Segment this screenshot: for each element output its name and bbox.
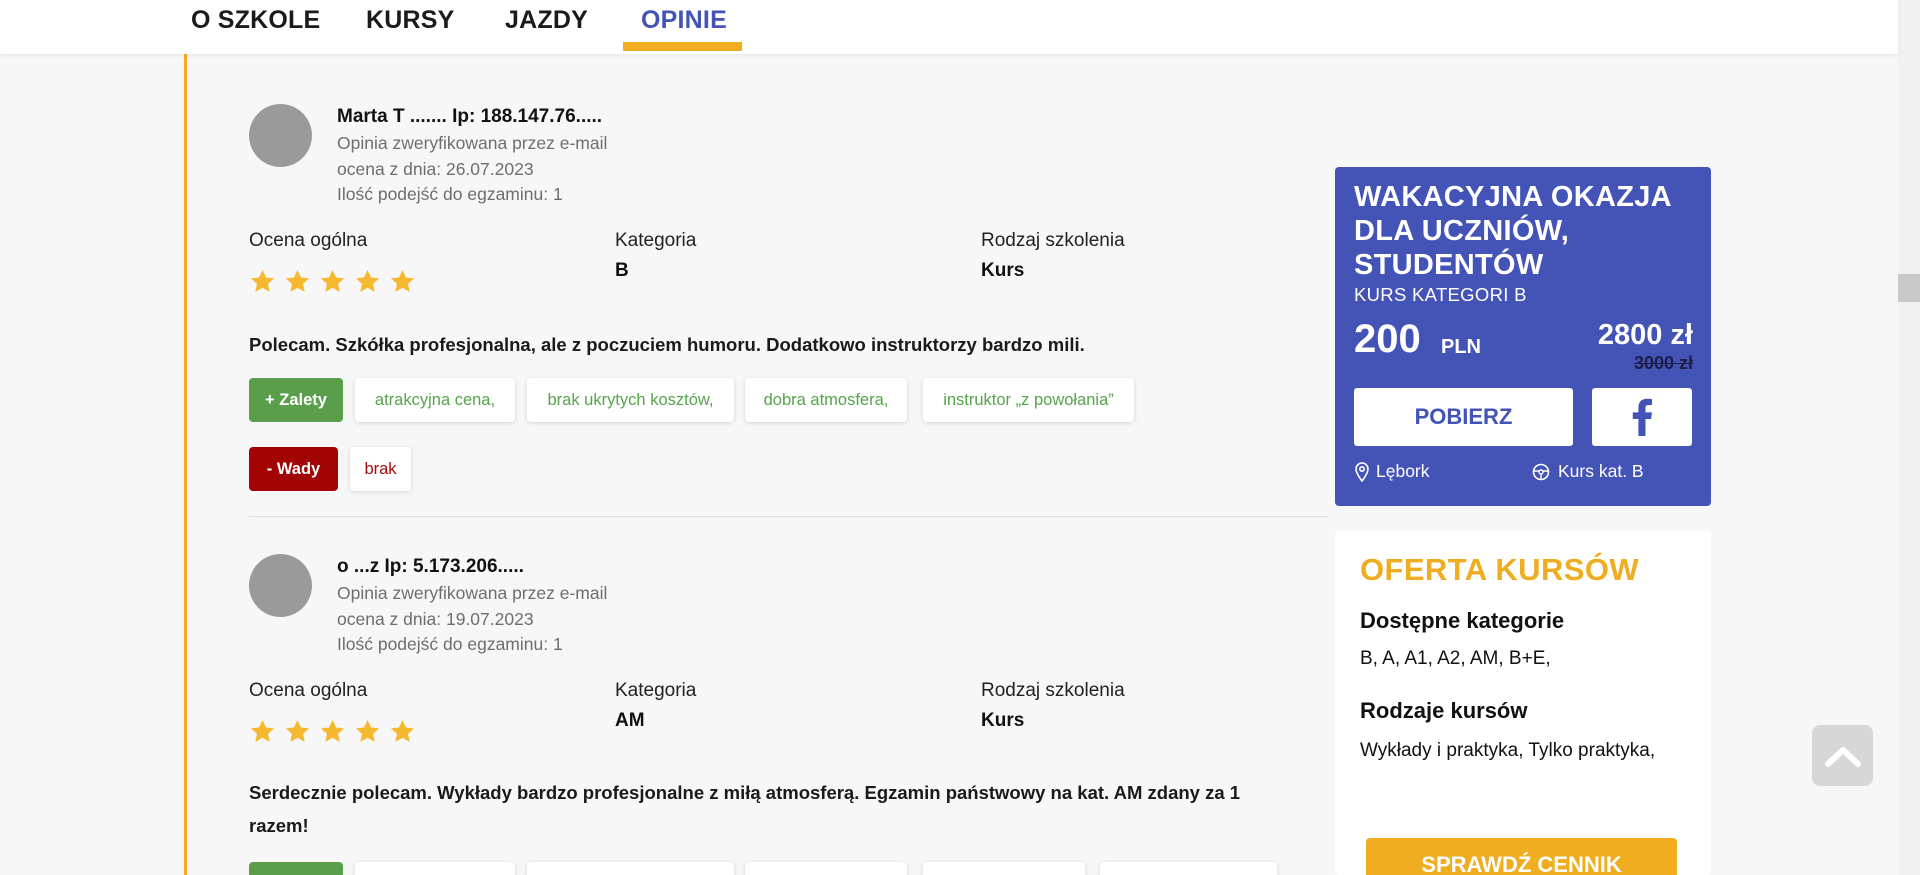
con-tag: brak: [350, 447, 411, 491]
course-types-list: Wykłady i praktyka, Tylko praktyka,: [1360, 740, 1656, 761]
category-value: AM: [615, 710, 645, 731]
training-type-label: Rodzaj szkolenia: [981, 680, 1125, 701]
categories-list: B, A, A1, A2, AM, B+E,: [1360, 648, 1551, 669]
promo-new-price: 2800 zł: [1597, 319, 1693, 351]
category-value: B: [615, 260, 629, 281]
promo-price: 200: [1354, 317, 1421, 361]
facebook-share-button[interactable]: [1592, 388, 1692, 446]
verified-note: Opinia zweryfikowana przez e-mail: [337, 133, 608, 153]
star-icon: [320, 720, 345, 742]
star-icon: [285, 270, 310, 292]
star-icon: [285, 720, 310, 742]
exam-attempts: Ilość podejść do egzaminu: 1: [337, 634, 563, 654]
verified-note: Opinia zweryfikowana przez e-mail: [337, 583, 608, 603]
course-offer-card: OFERTA KURSÓW Dostępne kategorie B, A, A…: [1335, 531, 1711, 875]
course-types-heading: Rodzaje kursów: [1360, 698, 1528, 723]
star-icon: [355, 270, 380, 292]
download-button[interactable]: POBIERZ: [1354, 388, 1573, 446]
promo-card: WAKACYJNA OKAZJA DLA UCZNIÓW, STUDENTÓW …: [1335, 167, 1711, 506]
category-label: Kategoria: [615, 230, 697, 251]
reviews-timeline-line: [184, 54, 187, 875]
star-icon: [250, 720, 275, 742]
scrollbar-thumb[interactable]: [1898, 274, 1920, 302]
rating-stars: [249, 718, 416, 745]
pro-tag: [527, 862, 734, 875]
pro-tag: atrakcyjna cena,: [355, 378, 515, 422]
cons-label: - Wady: [249, 447, 338, 491]
pro-tag: [923, 862, 1085, 875]
training-type-label: Rodzaj szkolenia: [981, 230, 1125, 251]
rating-stars: [249, 268, 416, 295]
nav-jazdy[interactable]: JAZDY: [505, 6, 588, 46]
pro-tag: dobra atmosfera,: [745, 378, 907, 422]
pro-tag: brak ukrytych kosztów,: [527, 378, 734, 422]
active-tab-underline: [623, 42, 742, 51]
review-date: ocena z dnia: 19.07.2023: [337, 609, 534, 629]
promo-title: WAKACYJNA OKAZJA DLA UCZNIÓW, STUDENTÓW: [1354, 181, 1671, 281]
review-date: ocena z dnia: 26.07.2023: [337, 159, 534, 179]
exam-attempts: Ilość podejść do egzaminu: 1: [337, 184, 563, 204]
nav-o-szkole[interactable]: O SZKOLE: [191, 6, 320, 46]
scroll-to-top-button[interactable]: [1812, 725, 1873, 786]
promo-course: Kurs kat. B: [1532, 461, 1644, 482]
page-scrollbar[interactable]: [1898, 0, 1920, 875]
chevron-up-icon: [1824, 746, 1861, 767]
course-text: Kurs kat. B: [1558, 461, 1644, 481]
nav-kursy[interactable]: KURSY: [366, 6, 455, 46]
reviewer-name: o ...z Ip: 5.173.206.....: [337, 556, 524, 577]
check-price-list-button[interactable]: SPRAWDŹ CENNIK: [1366, 838, 1677, 875]
rating-label: Ocena ogólna: [249, 230, 368, 251]
rating-label: Ocena ogólna: [249, 680, 368, 701]
pro-tag: instruktor „z powołania”: [923, 378, 1134, 422]
location-text: Lębork: [1376, 461, 1430, 481]
star-icon: [390, 270, 415, 292]
reviewer-name: Marta T ....... Ip: 188.147.76.....: [337, 106, 603, 127]
training-type-value: Kurs: [981, 260, 1025, 281]
promo-price-unit: PLN: [1441, 336, 1481, 358]
promo-old-price: 3000 zł: [1633, 353, 1693, 373]
pro-tag: [355, 862, 515, 875]
star-icon: [320, 270, 345, 292]
categories-heading: Dostępne kategorie: [1360, 608, 1565, 633]
pros-label: [249, 862, 343, 875]
steering-wheel-icon: [1532, 463, 1550, 480]
nav-opinie[interactable]: OPINIE: [641, 6, 727, 46]
promo-subtitle: KURS KATEGORI B: [1354, 284, 1527, 305]
pro-tag: [745, 862, 907, 875]
training-type-value: Kurs: [981, 710, 1025, 731]
avatar: [249, 554, 312, 617]
star-icon: [390, 720, 415, 742]
offer-title: OFERTA KURSÓW: [1360, 552, 1640, 587]
category-label: Kategoria: [615, 680, 697, 701]
top-navigation: O SZKOLE KURSY JAZDY OPINIE: [0, 0, 1898, 54]
review-text: Serdecznie polecam. Wykłady bardzo profe…: [249, 782, 1241, 836]
facebook-icon: [1632, 398, 1652, 436]
review-text: Polecam. Szkółka profesjonalna, ale z po…: [249, 334, 1085, 355]
avatar: [249, 104, 312, 167]
promo-location: Lębork: [1354, 461, 1430, 482]
pros-label: + Zalety: [249, 378, 343, 422]
star-icon: [355, 720, 380, 742]
review-divider: [249, 516, 1329, 517]
pro-tag: [1100, 862, 1277, 875]
location-pin-icon: [1355, 461, 1369, 482]
star-icon: [250, 270, 275, 292]
